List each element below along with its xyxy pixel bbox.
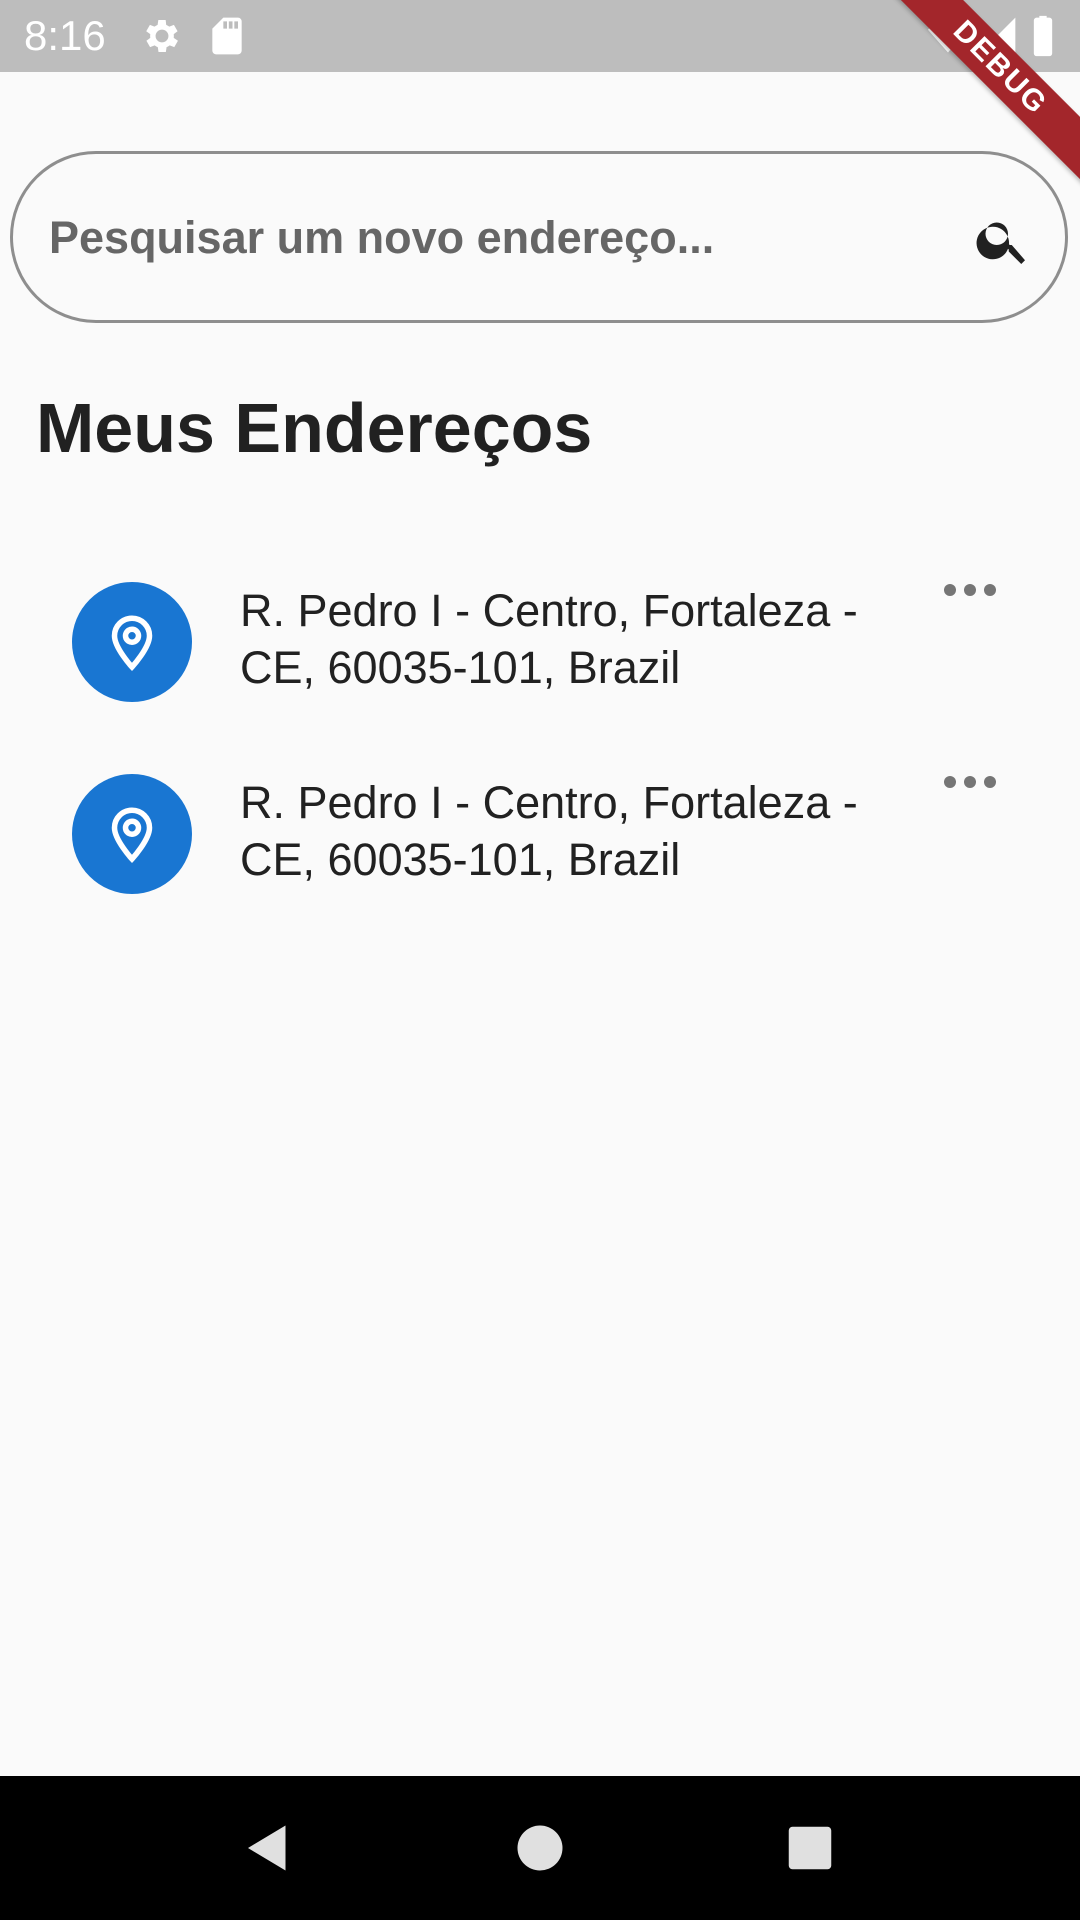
battery-icon — [1030, 14, 1060, 58]
more-horizontal-icon — [944, 584, 996, 596]
home-button[interactable] — [480, 1776, 600, 1920]
page-title: Meus Endereços — [36, 389, 593, 467]
more-horizontal-icon — [944, 776, 996, 788]
recents-icon — [788, 1826, 832, 1870]
address-text: R. Pedro I - Centro, Fortaleza - CE, 600… — [240, 585, 858, 693]
back-icon — [248, 1825, 286, 1871]
settings-icon — [140, 14, 184, 58]
location-pin-icon — [111, 807, 153, 864]
address-text: R. Pedro I - Centro, Fortaleza - CE, 600… — [240, 777, 858, 885]
search-icon[interactable] — [973, 210, 1033, 270]
more-options-button[interactable] — [940, 578, 1000, 618]
location-avatar — [72, 774, 192, 894]
location-avatar — [72, 582, 192, 702]
status-time: 8:16 — [24, 12, 106, 59]
more-options-button[interactable] — [940, 770, 1000, 810]
address-list-item[interactable]: R. Pedro I - Centro, Fortaleza - CE, 600… — [0, 582, 1080, 752]
sd-card-icon — [205, 14, 249, 58]
location-pin-icon — [111, 615, 153, 672]
home-icon — [517, 1825, 563, 1871]
search-bar[interactable] — [10, 151, 1068, 323]
address-list-item[interactable]: R. Pedro I - Centro, Fortaleza - CE, 600… — [0, 774, 1080, 944]
recents-button[interactable] — [750, 1776, 870, 1920]
app-screen: 8:16 DEBUG Meus Endereços — [0, 0, 1080, 1920]
back-button[interactable] — [208, 1776, 328, 1920]
navigation-bar — [0, 1776, 1080, 1920]
search-input[interactable] — [47, 154, 931, 322]
